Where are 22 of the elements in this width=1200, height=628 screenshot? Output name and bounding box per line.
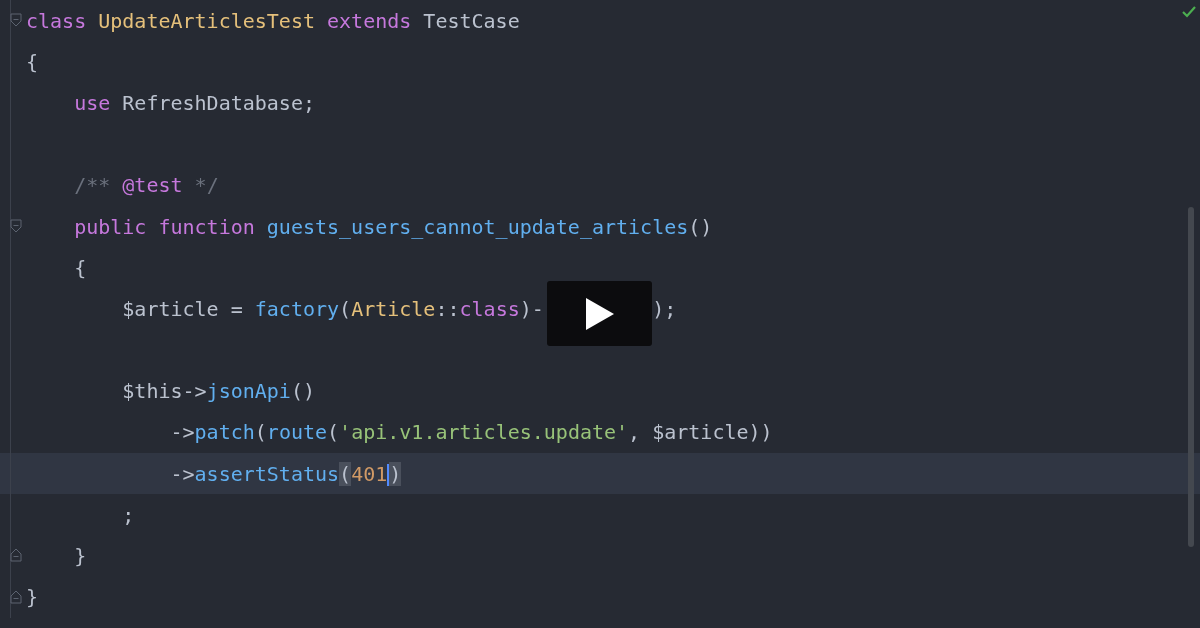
check-icon bbox=[1182, 6, 1196, 18]
fold-icon[interactable] bbox=[10, 548, 22, 563]
play-button[interactable] bbox=[547, 281, 652, 346]
code-line: ->patch(route('api.v1.articles.update', $article)) bbox=[169, 419, 773, 447]
play-icon bbox=[584, 296, 615, 331]
fold-icon[interactable] bbox=[10, 589, 22, 604]
code-line: ->assertStatus(401) bbox=[169, 460, 402, 488]
fold-icon[interactable] bbox=[10, 13, 22, 27]
fold-icon[interactable] bbox=[10, 218, 22, 233]
code-line: use RefreshDatabase; bbox=[73, 89, 315, 117]
scrollbar[interactable] bbox=[1188, 207, 1194, 547]
code-line: $article = factory(Article::class)- bbox=[121, 295, 544, 323]
code-line: ); bbox=[652, 295, 677, 323]
code-line: /** @test */ bbox=[73, 172, 219, 200]
code-line: $this->jsonApi() bbox=[121, 378, 315, 406]
code-line: ; bbox=[121, 501, 135, 529]
code-line: class UpdateArticlesTest extends TestCase bbox=[26, 7, 520, 35]
code-line: public function guests_users_cannot_update_articles() bbox=[73, 213, 713, 241]
code-line: { bbox=[26, 48, 39, 76]
code-line: } bbox=[73, 543, 87, 571]
code-line: { bbox=[73, 254, 87, 282]
code-line: } bbox=[26, 584, 39, 612]
